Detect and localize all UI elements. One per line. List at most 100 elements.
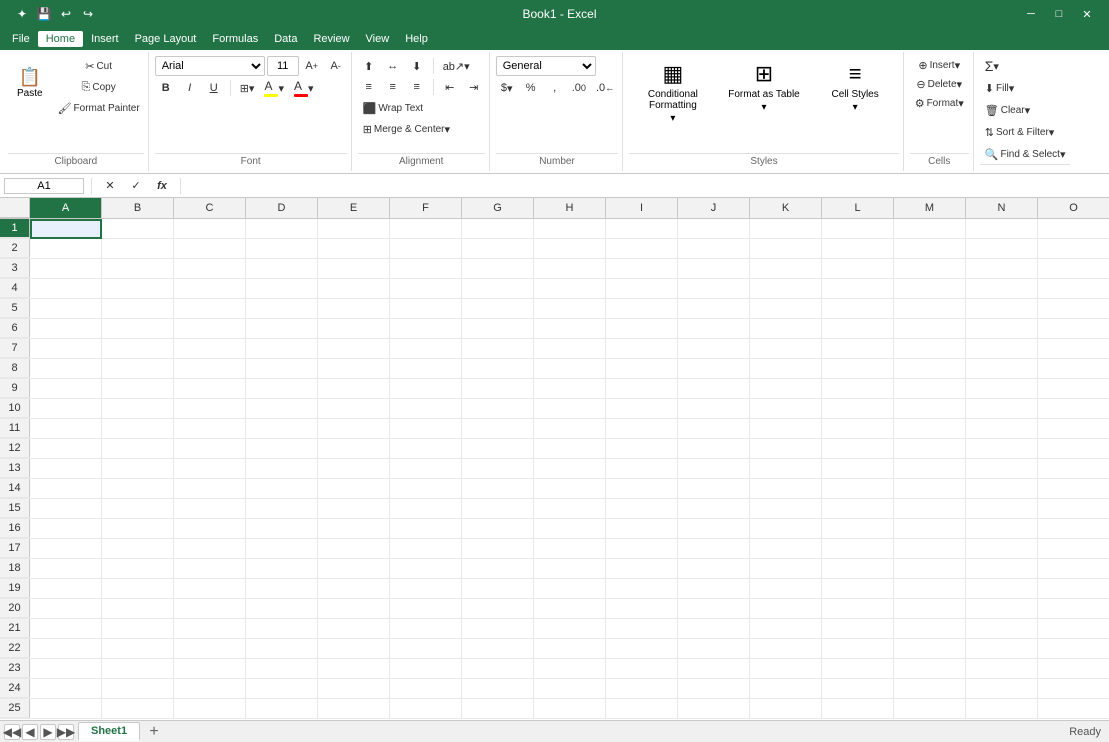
cell-F8[interactable] (390, 359, 462, 379)
cell-H17[interactable] (534, 539, 606, 559)
cell-L23[interactable] (822, 659, 894, 679)
cell-O20[interactable] (1038, 599, 1109, 619)
cell-C15[interactable] (174, 499, 246, 519)
cell-J9[interactable] (678, 379, 750, 399)
cell-M6[interactable] (894, 319, 966, 339)
cell-F15[interactable] (390, 499, 462, 519)
cell-E6[interactable] (318, 319, 390, 339)
cell-D9[interactable] (246, 379, 318, 399)
cell-N3[interactable] (966, 259, 1038, 279)
row-header-24[interactable]: 24 (0, 679, 30, 698)
cell-B25[interactable] (102, 699, 174, 719)
cell-H20[interactable] (534, 599, 606, 619)
cell-A10[interactable] (30, 399, 102, 419)
cell-N19[interactable] (966, 579, 1038, 599)
cell-E19[interactable] (318, 579, 390, 599)
autosum-button[interactable]: Σ▾ (980, 56, 1004, 76)
cell-G13[interactable] (462, 459, 534, 479)
cell-K6[interactable] (750, 319, 822, 339)
row-header-1[interactable]: 1 (0, 219, 30, 238)
corner-cell[interactable] (0, 198, 30, 218)
cell-B15[interactable] (102, 499, 174, 519)
cell-I4[interactable] (606, 279, 678, 299)
cell-C24[interactable] (174, 679, 246, 699)
cell-M14[interactable] (894, 479, 966, 499)
cell-J13[interactable] (678, 459, 750, 479)
increase-font-button[interactable]: A+ (301, 56, 323, 76)
cell-G7[interactable] (462, 339, 534, 359)
cell-J10[interactable] (678, 399, 750, 419)
cell-F9[interactable] (390, 379, 462, 399)
cell-G12[interactable] (462, 439, 534, 459)
cell-F3[interactable] (390, 259, 462, 279)
fill-color-button[interactable]: A ▾ (260, 78, 288, 98)
cell-J7[interactable] (678, 339, 750, 359)
cell-J11[interactable] (678, 419, 750, 439)
cell-L24[interactable] (822, 679, 894, 699)
percent-button[interactable]: % (520, 78, 542, 98)
row-header-5[interactable]: 5 (0, 299, 30, 318)
cell-N8[interactable] (966, 359, 1038, 379)
cell-F18[interactable] (390, 559, 462, 579)
nav-last-sheet-btn[interactable]: ▶▶ (58, 724, 74, 740)
cell-L9[interactable] (822, 379, 894, 399)
cell-F24[interactable] (390, 679, 462, 699)
cell-I12[interactable] (606, 439, 678, 459)
cell-I18[interactable] (606, 559, 678, 579)
decrease-indent-button[interactable]: ⇤ (439, 77, 461, 97)
cell-M25[interactable] (894, 699, 966, 719)
cell-L20[interactable] (822, 599, 894, 619)
cell-M22[interactable] (894, 639, 966, 659)
cell-H3[interactable] (534, 259, 606, 279)
cell-N7[interactable] (966, 339, 1038, 359)
cell-F6[interactable] (390, 319, 462, 339)
cell-H2[interactable] (534, 239, 606, 259)
cell-F23[interactable] (390, 659, 462, 679)
cell-D14[interactable] (246, 479, 318, 499)
col-header-A[interactable]: A (30, 198, 102, 218)
cell-G3[interactable] (462, 259, 534, 279)
cell-O10[interactable] (1038, 399, 1109, 419)
cell-E1[interactable] (318, 219, 390, 239)
cell-M17[interactable] (894, 539, 966, 559)
cell-C20[interactable] (174, 599, 246, 619)
cell-G1[interactable] (462, 219, 534, 239)
cell-B17[interactable] (102, 539, 174, 559)
cell-G17[interactable] (462, 539, 534, 559)
cell-D23[interactable] (246, 659, 318, 679)
cell-E9[interactable] (318, 379, 390, 399)
cut-button[interactable]: ✂ Cut (54, 56, 144, 76)
conditional-formatting-button[interactable]: ▦ Conditional Formatting ▾ (629, 56, 716, 129)
align-middle-button[interactable]: ↔ (382, 56, 404, 76)
insert-button[interactable]: ⊕ Insert▾ (910, 56, 969, 74)
cell-F2[interactable] (390, 239, 462, 259)
cell-O19[interactable] (1038, 579, 1109, 599)
cell-L22[interactable] (822, 639, 894, 659)
cell-N9[interactable] (966, 379, 1038, 399)
row-header-16[interactable]: 16 (0, 519, 30, 538)
cell-K19[interactable] (750, 579, 822, 599)
cell-C19[interactable] (174, 579, 246, 599)
cell-J23[interactable] (678, 659, 750, 679)
cell-B14[interactable] (102, 479, 174, 499)
cell-H1[interactable] (534, 219, 606, 239)
cell-M16[interactable] (894, 519, 966, 539)
cell-K17[interactable] (750, 539, 822, 559)
col-header-L[interactable]: L (822, 198, 894, 218)
cell-D11[interactable] (246, 419, 318, 439)
cell-B7[interactable] (102, 339, 174, 359)
col-header-D[interactable]: D (246, 198, 318, 218)
row-header-19[interactable]: 19 (0, 579, 30, 598)
sheet-tab-sheet1[interactable]: Sheet1 (78, 722, 140, 741)
row-header-17[interactable]: 17 (0, 539, 30, 558)
row-header-14[interactable]: 14 (0, 479, 30, 498)
cell-O13[interactable] (1038, 459, 1109, 479)
cell-H8[interactable] (534, 359, 606, 379)
cell-M20[interactable] (894, 599, 966, 619)
cell-C6[interactable] (174, 319, 246, 339)
cell-B2[interactable] (102, 239, 174, 259)
cell-N5[interactable] (966, 299, 1038, 319)
menu-insert[interactable]: Insert (83, 31, 127, 47)
cell-O1[interactable] (1038, 219, 1109, 239)
cell-D17[interactable] (246, 539, 318, 559)
